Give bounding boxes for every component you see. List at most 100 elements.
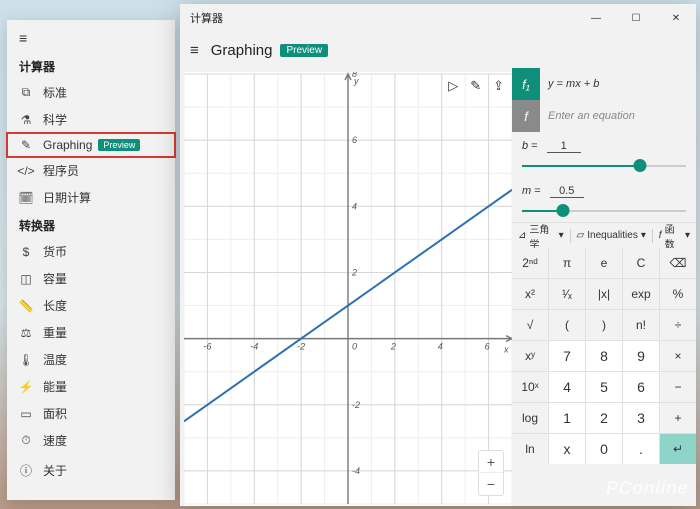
key-x[interactable]: x² <box>512 279 548 309</box>
key-x[interactable]: xʸ <box>512 341 548 371</box>
key-c[interactable]: C <box>623 248 659 278</box>
sidebar-item[interactable]: 🗓日期计算 <box>7 184 175 211</box>
sidebar-item[interactable]: 📏长度 <box>7 292 175 319</box>
sidebar-item[interactable]: ⏱速度 <box>7 427 175 454</box>
key-[interactable]: ↵ <box>660 434 696 464</box>
sidebar-item-label: 重量 <box>43 324 67 341</box>
key-n[interactable]: n! <box>623 310 659 340</box>
inequalities-dropdown[interactable]: ▱Inequalities▾ <box>571 230 652 241</box>
plot-area[interactable]: -6-4-2246-4-224680xy ▷ ✎ ⇪ + − <box>184 72 512 506</box>
sidebar-about[interactable]: ⓘ 关于 <box>7 454 175 487</box>
svg-text:2: 2 <box>390 342 396 352</box>
key-exp[interactable]: exp <box>623 279 659 309</box>
variable-value[interactable]: 1 <box>547 140 581 153</box>
sidebar-item-label: 程序员 <box>43 162 79 179</box>
sidebar-about-label: 关于 <box>43 462 67 479</box>
equation-text: Enter an equation <box>540 110 696 122</box>
sidebar-item-icon: ✎ <box>17 138 35 152</box>
zoom-control: + − <box>478 450 504 496</box>
sidebar-item[interactable]: ⧉标准 <box>7 79 175 106</box>
key-[interactable]: − <box>660 372 696 402</box>
variable-block: m = 0.5 <box>512 177 696 222</box>
sidebar-item-label: 容量 <box>43 270 67 287</box>
sidebar-item[interactable]: ⚗科学 <box>7 106 175 133</box>
key-[interactable]: ¹⁄ₓ <box>549 279 585 309</box>
plot-toolbar: ▷ ✎ ⇪ <box>448 78 504 94</box>
key-[interactable]: ( <box>549 310 585 340</box>
key-[interactable]: % <box>660 279 696 309</box>
variable-value[interactable]: 0.5 <box>550 185 584 198</box>
trace-tool-icon[interactable]: ✎ <box>470 78 481 94</box>
sidebar-item[interactable]: ✎GraphingPreview <box>7 133 175 157</box>
sidebar-item[interactable]: $货币 <box>7 238 175 265</box>
key-[interactable]: ÷ <box>660 310 696 340</box>
svg-text:4: 4 <box>352 201 357 211</box>
key-5[interactable]: 5 <box>586 372 622 402</box>
sidebar-item-icon: ◫ <box>17 272 35 286</box>
key-8[interactable]: 8 <box>586 341 622 371</box>
variable-slider[interactable] <box>522 157 686 175</box>
key-log[interactable]: log <box>512 403 548 433</box>
sidebar-item[interactable]: ⚖重量 <box>7 319 175 346</box>
minimize-button[interactable]: — <box>576 4 616 32</box>
command-bar: ≡ Graphing Preview <box>180 32 696 68</box>
key-ln[interactable]: ln <box>512 434 548 464</box>
sidebar-item[interactable]: 🌡温度 <box>7 346 175 373</box>
key-[interactable]: . <box>623 434 659 464</box>
key-0[interactable]: 0 <box>586 434 622 464</box>
key-7[interactable]: 7 <box>549 341 585 371</box>
sidebar-item[interactable]: ▭面积 <box>7 400 175 427</box>
trig-dropdown[interactable]: ⊿三角学▾ <box>512 221 570 251</box>
key-[interactable]: ⌫ <box>660 248 696 278</box>
key-9[interactable]: 9 <box>623 341 659 371</box>
sidebar-item-icon: ▭ <box>17 407 35 421</box>
key-4[interactable]: 4 <box>549 372 585 402</box>
key-[interactable]: × <box>660 341 696 371</box>
key-[interactable]: π <box>549 248 585 278</box>
zoom-out-button[interactable]: − <box>479 473 503 495</box>
equation-row[interactable]: fEnter an equation <box>512 100 696 132</box>
key-x[interactable]: |x| <box>586 279 622 309</box>
sidebar-item-icon: 📏 <box>17 299 35 313</box>
close-button[interactable]: ✕ <box>656 4 696 32</box>
variable-slider[interactable] <box>522 202 686 220</box>
key-2[interactable]: 2ⁿᵈ <box>512 248 548 278</box>
sidebar-item[interactable]: ⚡能量 <box>7 373 175 400</box>
sidebar-item[interactable]: ◫ 容量 <box>7 265 175 292</box>
key-10[interactable]: 10ˣ <box>512 372 548 402</box>
plot-svg: -6-4-2246-4-224680xy <box>184 72 512 506</box>
function-category-bar: ⊿三角学▾ ▱Inequalities▾ f函数▾ <box>512 222 696 248</box>
preview-badge: Preview <box>98 139 140 151</box>
sidebar-item[interactable]: </>程序员 <box>7 157 175 184</box>
watermark: PConline <box>606 478 688 499</box>
key-[interactable]: √ <box>512 310 548 340</box>
sidebar-item-label: 标准 <box>43 84 67 101</box>
key-[interactable]: + <box>660 403 696 433</box>
svg-text:-4: -4 <box>250 342 258 352</box>
sidebar-item-icon: ⚗ <box>17 113 35 127</box>
svg-text:-6: -6 <box>203 342 211 352</box>
equation-row[interactable]: f₁y = mx + b <box>512 68 696 100</box>
sidebar-window: ≡ 计算器⧉标准⚗科学✎GraphingPreview</>程序员🗓日期计算转换… <box>7 20 175 500</box>
app-window: 计算器 — ☐ ✕ ≡ Graphing Preview -6-4-2246-4… <box>180 4 696 506</box>
svg-text:-4: -4 <box>352 466 360 476</box>
key-e[interactable]: e <box>586 248 622 278</box>
zoom-in-button[interactable]: + <box>479 451 503 473</box>
key-x[interactable]: x <box>549 434 585 464</box>
hamburger-icon[interactable]: ≡ <box>7 20 175 52</box>
svg-text:6: 6 <box>485 342 490 352</box>
key-2[interactable]: 2 <box>586 403 622 433</box>
mode-title: Graphing <box>211 42 273 59</box>
key-3[interactable]: 3 <box>623 403 659 433</box>
preview-badge: Preview <box>280 44 328 57</box>
cursor-tool-icon[interactable]: ▷ <box>448 78 458 94</box>
functions-dropdown[interactable]: f函数▾ <box>653 221 696 251</box>
key-[interactable]: ) <box>586 310 622 340</box>
sidebar-item-label: 日期计算 <box>43 189 91 206</box>
hamburger-icon[interactable]: ≡ <box>190 42 199 59</box>
svg-text:4: 4 <box>438 342 443 352</box>
key-1[interactable]: 1 <box>549 403 585 433</box>
share-tool-icon[interactable]: ⇪ <box>493 78 504 94</box>
maximize-button[interactable]: ☐ <box>616 4 656 32</box>
key-6[interactable]: 6 <box>623 372 659 402</box>
